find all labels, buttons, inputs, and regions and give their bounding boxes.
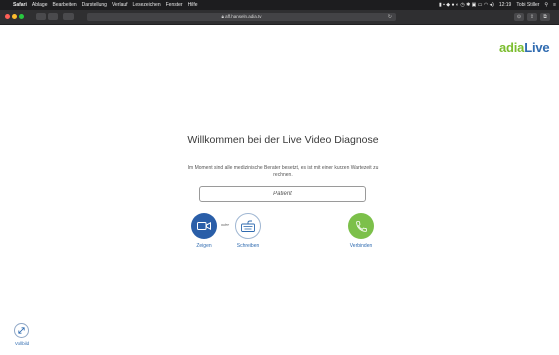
reload-icon[interactable]: ↻ xyxy=(388,13,392,21)
adialive-logo: adiaLive xyxy=(499,40,550,55)
schreiben-label[interactable]: Schreiben xyxy=(228,243,268,249)
waiting-message: Im Moment sind alle medizinische Berater… xyxy=(187,165,379,178)
back-button[interactable] xyxy=(36,13,46,20)
minimize-window-icon[interactable] xyxy=(12,14,17,19)
sidebar-toggle-button[interactable] xyxy=(63,13,74,20)
fullscreen-button[interactable] xyxy=(14,323,29,338)
oder-label: oder xyxy=(221,222,230,227)
menu-bearbeiten[interactable]: Bearbeiten xyxy=(52,0,76,10)
clock[interactable]: 12:19 xyxy=(499,0,512,10)
menu-lesezeichen[interactable]: Lesezeichen xyxy=(133,0,161,10)
video-camera-icon xyxy=(197,221,211,231)
schreiben-button[interactable] xyxy=(235,213,261,239)
keyboard-icon xyxy=(241,220,255,232)
user-name[interactable]: Tobi Stiller xyxy=(516,0,539,10)
zeigen-button[interactable] xyxy=(191,213,217,239)
menu-fenster[interactable]: Fenster xyxy=(166,0,183,10)
menu-ablage[interactable]: Ablage xyxy=(32,0,48,10)
verbinden-label[interactable]: Verbinden xyxy=(341,243,381,249)
address-bar[interactable]: 🔒︎ aff.hanseln.adia.tv ↻ xyxy=(87,13,396,21)
menu-app-safari[interactable]: Safari xyxy=(13,0,27,10)
fullscreen-label[interactable]: Vollbild xyxy=(10,341,34,346)
zeigen-label[interactable]: Zeigen xyxy=(184,243,224,249)
forward-button[interactable] xyxy=(48,13,58,20)
downloads-icon[interactable]: ⊙ xyxy=(514,13,524,21)
fullscreen-icon xyxy=(18,327,25,334)
spotlight-icon[interactable]: ⚲ xyxy=(544,0,548,10)
tabs-overview-icon[interactable]: ⧉ xyxy=(540,13,550,21)
menu-hilfe[interactable]: Hilfe xyxy=(188,0,198,10)
share-icon[interactable]: ⇪ xyxy=(527,13,537,21)
url-text: aff.hanseln.adia.tv xyxy=(225,14,262,19)
macos-menu-bar: Safari Ablage Bearbeiten Darstellung Ver… xyxy=(0,0,559,10)
status-icons[interactable]: ▮ ▪ ◆ ● ◐ ◷ ✱ ▣ ▭ ◠ ◂) xyxy=(439,0,494,10)
name-input[interactable] xyxy=(199,186,366,202)
verbinden-button[interactable] xyxy=(348,213,374,239)
phone-icon xyxy=(355,220,367,232)
menubar-status-area: ▮ ▪ ◆ ● ◐ ◷ ✱ ▣ ▭ ◠ ◂) 12:19 Tobi Stille… xyxy=(434,0,559,10)
close-window-icon[interactable] xyxy=(5,14,10,19)
browser-toolbar: 🔒︎ aff.hanseln.adia.tv ↻ ⊙ ⇪ ⧉ xyxy=(0,10,559,25)
logo-part-adia: adia xyxy=(499,40,525,55)
menu-verlauf[interactable]: Verlauf xyxy=(112,0,128,10)
control-center-icon[interactable]: ≡ xyxy=(553,0,556,10)
logo-part-live: Live xyxy=(524,40,550,55)
page-title: Willkommen bei der Live Video Diagnose xyxy=(187,134,379,146)
zoom-window-icon[interactable] xyxy=(19,14,24,19)
menu-darstellung[interactable]: Darstellung xyxy=(82,0,107,10)
